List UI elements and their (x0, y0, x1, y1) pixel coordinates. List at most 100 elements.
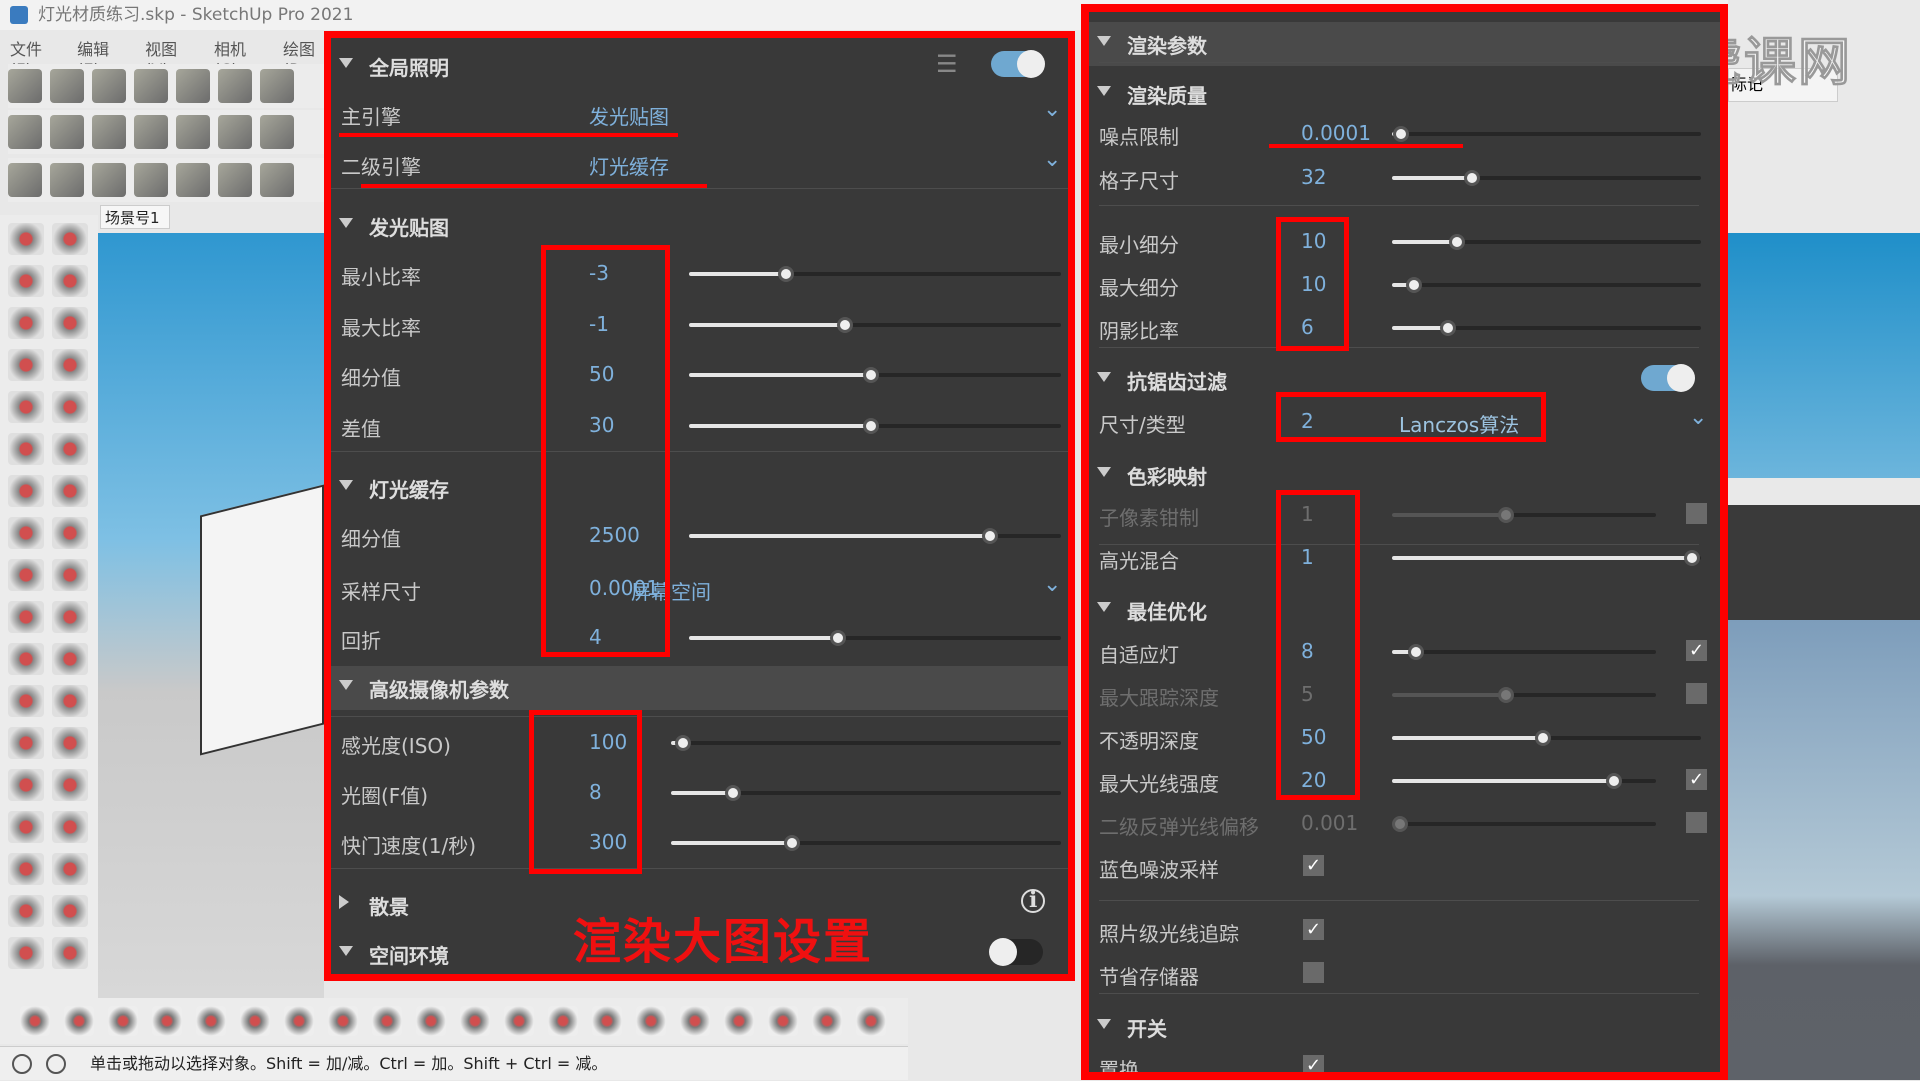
slider[interactable] (689, 630, 1061, 646)
section-header[interactable]: 渲染参数 (1089, 22, 1720, 66)
extension-tool-icon[interactable] (548, 1006, 578, 1036)
slider[interactable] (671, 735, 1061, 751)
checkbox-checked[interactable]: ✓ (1686, 640, 1707, 661)
extension-tool-icon[interactable] (372, 1006, 402, 1036)
slider-handle[interactable] (725, 785, 742, 801)
toolbar-tool-icon[interactable] (50, 69, 84, 103)
tool-icon[interactable] (8, 727, 44, 759)
chevron-down-icon[interactable] (339, 480, 353, 490)
slider-handle[interactable] (1497, 687, 1514, 703)
tool-icon[interactable] (8, 643, 44, 675)
tool-icon[interactable] (52, 601, 88, 633)
setting-value[interactable]: 发光贴图 (589, 101, 669, 130)
slider[interactable] (1391, 816, 1656, 832)
tool-icon[interactable] (52, 853, 88, 885)
checkbox-checked[interactable]: ✓ (1303, 855, 1324, 876)
chevron-down-icon[interactable] (1097, 1019, 1111, 1029)
extension-tool-icon[interactable] (284, 1006, 314, 1036)
section-header[interactable]: 渲染质量 (1089, 72, 1720, 112)
slider[interactable] (1392, 126, 1701, 142)
toolbar-tool-icon[interactable] (176, 115, 210, 149)
extension-tool-icon[interactable] (64, 1006, 94, 1036)
setting-value[interactable]: 灯光缓存 (589, 151, 669, 180)
tool-icon[interactable] (52, 811, 88, 843)
slider[interactable] (1392, 234, 1701, 250)
tool-icon[interactable] (52, 517, 88, 549)
settings-sliders-icon[interactable]: ☰ (936, 50, 958, 78)
setting-value[interactable]: 0.0001 (1301, 121, 1371, 145)
tool-icon[interactable] (8, 769, 44, 801)
chevron-down-icon[interactable] (1097, 372, 1111, 382)
checkbox-unchecked[interactable] (1686, 503, 1707, 524)
extension-tool-icon[interactable] (108, 1006, 138, 1036)
tool-icon[interactable] (52, 391, 88, 423)
chevron-down-icon[interactable] (1097, 602, 1111, 612)
tool-icon[interactable] (8, 391, 44, 423)
slider-handle[interactable] (1464, 170, 1481, 186)
slider-handle[interactable] (783, 835, 800, 851)
slider-handle[interactable] (1407, 644, 1424, 660)
slider-handle[interactable] (777, 266, 794, 282)
chevron-down-icon[interactable]: ⌄ (1043, 572, 1061, 597)
slider-handle[interactable] (1448, 234, 1465, 250)
extension-tool-icon[interactable] (812, 1006, 842, 1036)
tool-icon[interactable] (8, 559, 44, 591)
chevron-down-icon[interactable] (1097, 467, 1111, 477)
tool-icon[interactable] (52, 349, 88, 381)
slider[interactable] (1392, 277, 1701, 293)
slider[interactable] (1392, 730, 1701, 746)
slider[interactable] (1392, 550, 1701, 566)
tool-icon[interactable] (8, 937, 44, 969)
tool-icon[interactable] (52, 769, 88, 801)
menu-edit[interactable]: 编辑(E) (77, 36, 129, 79)
tool-icon[interactable] (52, 307, 88, 339)
checkbox-unchecked[interactable] (1686, 812, 1707, 833)
extension-tool-icon[interactable] (152, 1006, 182, 1036)
slider-handle[interactable] (863, 367, 880, 383)
section-header[interactable]: 灯光缓存 (331, 466, 1068, 506)
slider-handle[interactable] (674, 735, 691, 751)
checkbox-checked[interactable]: ✓ (1303, 919, 1324, 940)
tool-icon[interactable] (8, 853, 44, 885)
slider[interactable] (1392, 687, 1656, 703)
toolbar-tool-icon[interactable] (8, 69, 42, 103)
tool-icon[interactable] (8, 307, 44, 339)
slider-handle[interactable] (982, 528, 999, 544)
toggle-on[interactable] (1641, 364, 1695, 392)
slider-handle[interactable] (1391, 816, 1408, 832)
scene-tab[interactable]: 场景号1 (100, 205, 170, 229)
chevron-down-icon[interactable]: ⌄ (1689, 405, 1707, 430)
slider-handle[interactable] (837, 317, 854, 333)
extension-tool-icon[interactable] (636, 1006, 666, 1036)
toolbar-tool-icon[interactable] (134, 163, 168, 197)
slider[interactable] (1392, 507, 1656, 523)
tool-icon[interactable] (8, 811, 44, 843)
tool-icon[interactable] (52, 265, 88, 297)
chevron-down-icon[interactable] (1097, 86, 1111, 96)
section-header[interactable]: 高级摄像机参数 (331, 666, 1068, 710)
toolbar-tool-icon[interactable] (92, 163, 126, 197)
chevron-down-icon[interactable]: ⌄ (1043, 147, 1061, 172)
extension-tool-icon[interactable] (240, 1006, 270, 1036)
slider[interactable] (1392, 773, 1656, 789)
toolbar-tool-icon[interactable] (8, 163, 42, 197)
extension-tool-icon[interactable] (460, 1006, 490, 1036)
tool-icon[interactable] (8, 517, 44, 549)
chevron-down-icon[interactable] (339, 58, 353, 68)
slider[interactable] (689, 528, 1061, 544)
toolbar-tool-icon[interactable] (50, 115, 84, 149)
slider[interactable] (689, 418, 1061, 434)
toolbar-tool-icon[interactable] (92, 69, 126, 103)
toolbar-tool-icon[interactable] (218, 163, 252, 197)
toolbar-tool-icon[interactable] (218, 69, 252, 103)
checkbox-checked[interactable]: ✓ (1686, 769, 1707, 790)
toolbar-tool-icon[interactable] (260, 69, 294, 103)
tool-icon[interactable] (8, 685, 44, 717)
tool-icon[interactable] (52, 727, 88, 759)
toggle-on[interactable] (991, 50, 1045, 78)
chevron-down-icon[interactable] (339, 680, 353, 690)
toolbar-tool-icon[interactable] (8, 115, 42, 149)
slider[interactable] (689, 367, 1061, 383)
toolbar-tool-icon[interactable] (92, 115, 126, 149)
chevron-down-icon[interactable] (339, 218, 353, 228)
